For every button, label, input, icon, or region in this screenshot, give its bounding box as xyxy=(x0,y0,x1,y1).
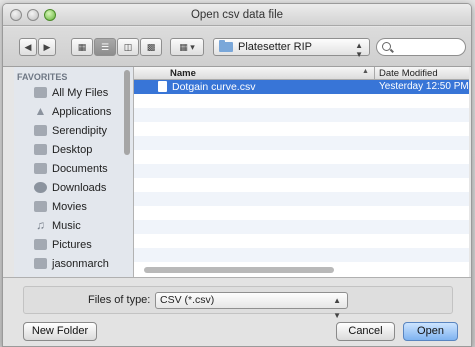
sidebar-item-all-my-files[interactable]: All My Files xyxy=(14,83,133,102)
sidebar-item-label: All My Files xyxy=(52,86,109,99)
sidebar-item-documents[interactable]: Documents xyxy=(14,159,133,178)
horizontal-scrollbar[interactable] xyxy=(144,267,334,273)
location-popup[interactable]: Platesetter RIP ▲ ▼ xyxy=(213,38,370,59)
movies-icon xyxy=(34,201,47,212)
updown-arrows-icon: ▲ ▼ xyxy=(355,41,363,59)
sidebar-item-label: Serendipity xyxy=(52,124,108,137)
all-files-icon xyxy=(34,87,47,98)
search-input[interactable] xyxy=(395,40,463,54)
location-label: Platesetter RIP xyxy=(238,41,312,53)
sidebar-item-label: jasonmarch xyxy=(52,257,109,270)
sidebar-item-label: Movies xyxy=(52,200,87,213)
chevron-right-icon: ▶ xyxy=(43,41,51,52)
updown-arrows-icon: ▲ ▼ xyxy=(333,296,341,320)
folder-icon xyxy=(34,125,47,136)
list-view-button[interactable]: ☰ xyxy=(94,38,116,56)
file-date: Yesterday 12:50 PM xyxy=(379,81,469,92)
empty-row xyxy=(134,220,469,234)
empty-row xyxy=(134,136,469,150)
empty-row xyxy=(134,234,469,248)
file-name: Dotgain curve.csv xyxy=(172,81,256,93)
window-controls xyxy=(10,9,56,21)
sidebar-item-pictures[interactable]: Pictures xyxy=(14,235,133,254)
window-title: Open csv data file xyxy=(190,9,284,21)
sidebar-heading: FAVORITES xyxy=(17,72,68,82)
sidebar: FAVORITES All My Files ▲ Applications Se… xyxy=(14,67,134,277)
sidebar-item-label: Applications xyxy=(52,105,112,118)
sort-ascending-icon: ▲ xyxy=(362,68,369,75)
date-column-header[interactable]: Date Modified xyxy=(379,68,438,79)
documents-icon xyxy=(34,163,47,174)
title-bar: Open csv data file xyxy=(3,4,471,26)
home-icon xyxy=(34,258,47,269)
sidebar-item-serendipity[interactable]: Serendipity xyxy=(14,121,133,140)
empty-row xyxy=(134,206,469,220)
sidebar-scrollbar[interactable] xyxy=(124,70,130,155)
icon-view-button[interactable]: ▦ xyxy=(71,38,93,56)
sidebar-item-label: Music xyxy=(52,219,81,232)
sidebar-item-label: Documents xyxy=(52,162,108,175)
close-window-button[interactable] xyxy=(10,9,22,21)
coverflow-view-button[interactable]: ▩ xyxy=(140,38,162,56)
file-list-header: Name ▲ Date Modified xyxy=(134,67,469,80)
sidebar-item-applications[interactable]: ▲ Applications xyxy=(14,102,133,121)
sidebar-item-music[interactable]: ♫ Music xyxy=(14,216,133,235)
applications-icon: ▲ xyxy=(34,104,47,118)
dialog-bottom-bar: Files of type: CSV (*.csv) ▲ ▼ New Folder… xyxy=(3,277,471,346)
empty-row xyxy=(134,248,469,262)
minimize-window-button[interactable] xyxy=(27,9,39,21)
folder-icon xyxy=(219,40,233,52)
empty-row xyxy=(134,150,469,164)
empty-row xyxy=(134,178,469,192)
back-button[interactable]: ◀ xyxy=(19,38,37,56)
sidebar-item-downloads[interactable]: Downloads xyxy=(14,178,133,197)
file-type-select[interactable]: CSV (*.csv) ▲ ▼ xyxy=(155,292,348,320)
document-icon xyxy=(158,81,167,92)
column-view-icon: ◫ xyxy=(123,41,133,52)
sidebar-item-desktop[interactable]: Desktop xyxy=(14,140,133,159)
open-file-dialog: Open csv data file ◀ ▶ ▦ ☰ ◫ ▩ ▦ ▾ Plate… xyxy=(2,3,472,347)
search-icon xyxy=(382,42,391,51)
icon-view-icon: ▦ xyxy=(77,41,87,52)
coverflow-view-icon: ▩ xyxy=(146,41,156,52)
pictures-icon xyxy=(34,239,47,250)
column-view-button[interactable]: ◫ xyxy=(117,38,139,56)
list-view-icon: ☰ xyxy=(100,41,110,52)
chevron-left-icon: ◀ xyxy=(24,41,32,52)
music-icon: ♫ xyxy=(36,218,45,232)
sidebar-item-movies[interactable]: Movies xyxy=(14,197,133,216)
column-divider[interactable] xyxy=(374,67,375,80)
name-column-header[interactable]: Name xyxy=(170,68,196,79)
file-type-value: CSV (*.csv) xyxy=(160,294,215,306)
empty-row xyxy=(134,122,469,136)
toolbar: ◀ ▶ ▦ ☰ ◫ ▩ ▦ ▾ Platesetter RIP ▲ ▼ xyxy=(3,27,471,67)
file-row[interactable]: Dotgain curve.csv Yesterday 12:50 PM xyxy=(134,80,469,94)
arrange-icon: ▦ ▾ xyxy=(179,41,195,52)
empty-row xyxy=(134,164,469,178)
sidebar-item-label: Desktop xyxy=(52,143,93,156)
sidebar-item-label: Downloads xyxy=(52,181,107,194)
forward-button[interactable]: ▶ xyxy=(38,38,56,56)
file-type-panel: Files of type: CSV (*.csv) ▲ ▼ xyxy=(23,286,453,320)
search-field[interactable] xyxy=(376,38,466,56)
arrange-button[interactable]: ▦ ▾ xyxy=(170,38,204,56)
file-list: Name ▲ Date Modified Dotgain curve.csv Y… xyxy=(134,67,469,277)
sidebar-item-label: Pictures xyxy=(52,238,92,251)
zoom-window-button[interactable] xyxy=(44,9,56,21)
file-type-label: Files of type: xyxy=(88,294,151,306)
empty-row xyxy=(134,94,469,108)
downloads-icon xyxy=(34,182,47,193)
sidebar-item-jasonmarch[interactable]: jasonmarch xyxy=(14,254,133,273)
desktop-icon xyxy=(34,144,47,155)
new-folder-button[interactable]: New Folder xyxy=(23,322,97,341)
open-button[interactable]: Open xyxy=(403,322,458,341)
empty-row xyxy=(134,108,469,122)
empty-row xyxy=(134,192,469,206)
cancel-button[interactable]: Cancel xyxy=(336,322,395,341)
